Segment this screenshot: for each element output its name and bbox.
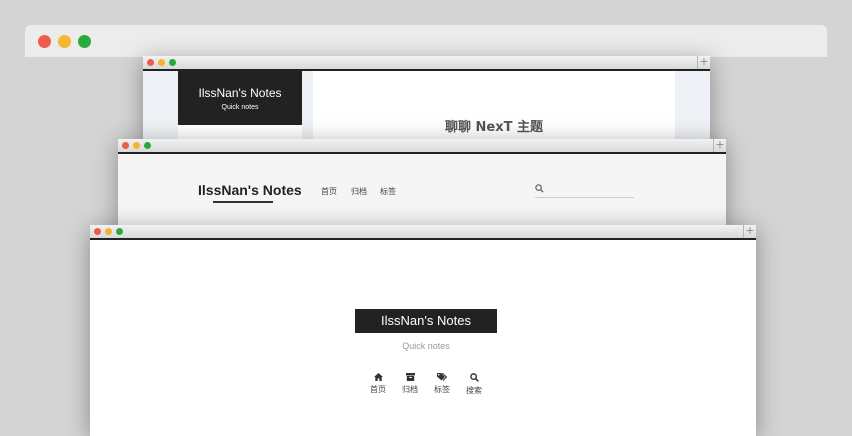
muse-page: IlssNan's Notes Quick notes 首页 归档 标签 搜索 (90, 240, 756, 436)
muse-close-button[interactable] (94, 228, 101, 235)
muse-nav-archives[interactable]: 归档 (395, 373, 425, 395)
tags-icon (436, 373, 447, 381)
outer-browser-chrome (25, 25, 827, 57)
pisces-maximize-button[interactable] (169, 59, 176, 66)
mist-new-tab-button[interactable]: + (713, 139, 726, 152)
mist-brand-underline (213, 201, 273, 203)
minimize-window-button[interactable] (58, 35, 71, 48)
mist-brand-title[interactable]: IlssNan's Notes (198, 182, 302, 198)
search-icon[interactable] (535, 184, 544, 193)
search-icon (469, 373, 479, 382)
muse-brand-subtitle: Quick notes (402, 341, 450, 351)
close-window-button[interactable] (38, 35, 51, 48)
mist-page: IlssNan's Notes 首页 归档 标签 (118, 154, 726, 235)
pisces-preview-window: + IlssNan's Notes Quick notes 聊聊 NexT 主题 (143, 56, 710, 146)
mist-minimize-button[interactable] (133, 142, 140, 149)
mist-preview-window: + IlssNan's Notes 首页 归档 标签 (118, 139, 726, 235)
pisces-brand-subtitle: Quick notes (221, 104, 259, 111)
muse-preview-window: + IlssNan's Notes Quick notes 首页 归档 标签 搜… (90, 225, 756, 436)
pisces-brand-title[interactable]: IlssNan's Notes (178, 86, 302, 100)
muse-window-titlebar: + (90, 225, 756, 240)
muse-brand-title[interactable]: IlssNan's Notes (355, 309, 497, 333)
muse-minimize-button[interactable] (105, 228, 112, 235)
muse-nav-tags-label: 标签 (434, 385, 450, 394)
archive-icon (405, 373, 415, 381)
pisces-post-title[interactable]: 聊聊 NexT 主题 (313, 116, 675, 135)
muse-nav-tags[interactable]: 标签 (427, 373, 457, 395)
pisces-sidebar-brand: IlssNan's Notes Quick notes (178, 71, 302, 125)
pisces-page: IlssNan's Notes Quick notes 聊聊 NexT 主题 (143, 71, 710, 146)
mist-search-input[interactable] (535, 197, 634, 198)
muse-maximize-button[interactable] (116, 228, 123, 235)
muse-nav-archives-label: 归档 (402, 385, 418, 394)
pisces-minimize-button[interactable] (158, 59, 165, 66)
muse-nav-home-label: 首页 (370, 385, 386, 394)
mist-nav-archives[interactable]: 归档 (351, 186, 367, 197)
muse-new-tab-button[interactable]: + (743, 225, 756, 238)
mist-nav-tags[interactable]: 标签 (380, 186, 396, 197)
home-icon (373, 373, 383, 381)
pisces-content-area: 聊聊 NexT 主题 (313, 71, 675, 146)
mist-maximize-button[interactable] (144, 142, 151, 149)
pisces-new-tab-button[interactable]: + (697, 56, 710, 69)
pisces-window-titlebar: + (143, 56, 710, 71)
muse-nav-search-label: 搜索 (466, 386, 482, 395)
pisces-close-button[interactable] (147, 59, 154, 66)
mist-window-titlebar: + (118, 139, 726, 154)
muse-nav-search[interactable]: 搜索 (459, 373, 489, 396)
mist-nav-home[interactable]: 首页 (321, 186, 337, 197)
maximize-window-button[interactable] (78, 35, 91, 48)
muse-nav-home[interactable]: 首页 (363, 373, 393, 395)
mist-close-button[interactable] (122, 142, 129, 149)
